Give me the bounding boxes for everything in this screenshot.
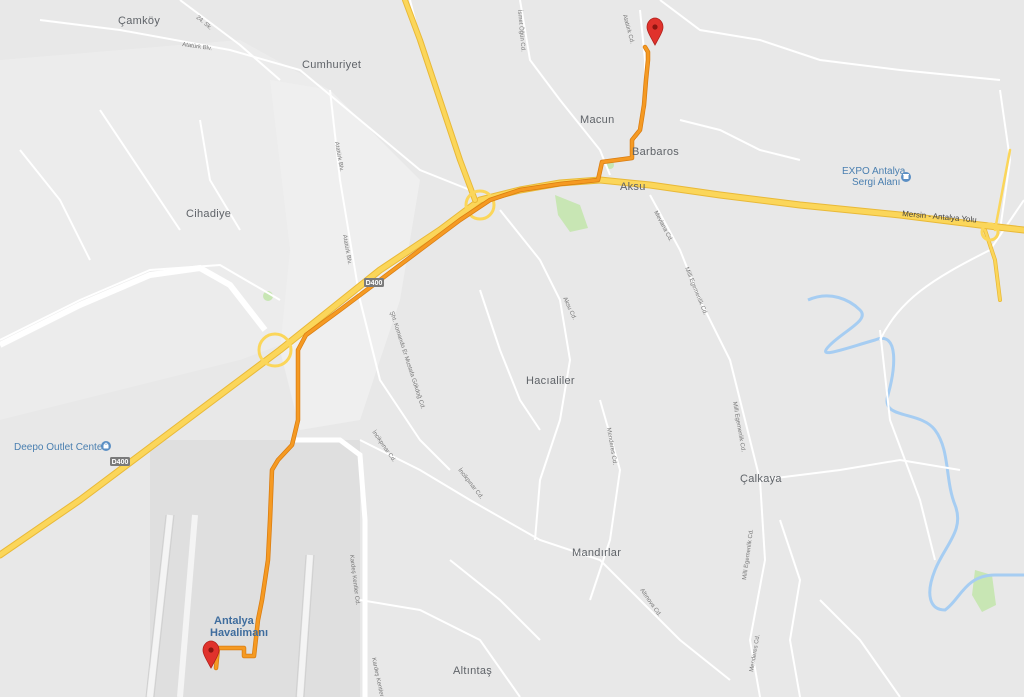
place-label: Çalkaya [740, 473, 782, 485]
place-label: Barbaros [632, 146, 679, 158]
poi-label: EXPO Antalya [842, 166, 906, 177]
poi-label: Deepo Outlet Center [14, 442, 106, 453]
poi-label: Sergi Alanı [852, 177, 900, 188]
airport-label: Antalya [214, 615, 255, 627]
airport-label: Havalimanı [210, 627, 268, 639]
museum-icon [901, 172, 911, 182]
place-label: Cumhuriyet [302, 59, 361, 71]
place-label: Mandırlar [572, 547, 621, 559]
place-label: Hacıaliler [526, 375, 575, 387]
svg-text:D400: D400 [366, 280, 383, 287]
place-label: Macun [580, 114, 615, 126]
shopping-icon [101, 441, 111, 451]
svg-text:D400: D400 [112, 459, 129, 466]
route-shield: D400 [364, 278, 384, 287]
place-label: Cihadiye [186, 208, 231, 220]
place-label: Çamköy [118, 15, 160, 27]
route-shield: D400 [110, 457, 130, 466]
place-label: Aksu [620, 181, 646, 193]
place-label: Altıntaş [453, 665, 492, 677]
map-canvas[interactable]: Çamköy Cumhuriyet Macun Barbaros Aksu Ci… [0, 0, 1024, 697]
poi-deepo[interactable]: Deepo Outlet Center [14, 441, 111, 453]
